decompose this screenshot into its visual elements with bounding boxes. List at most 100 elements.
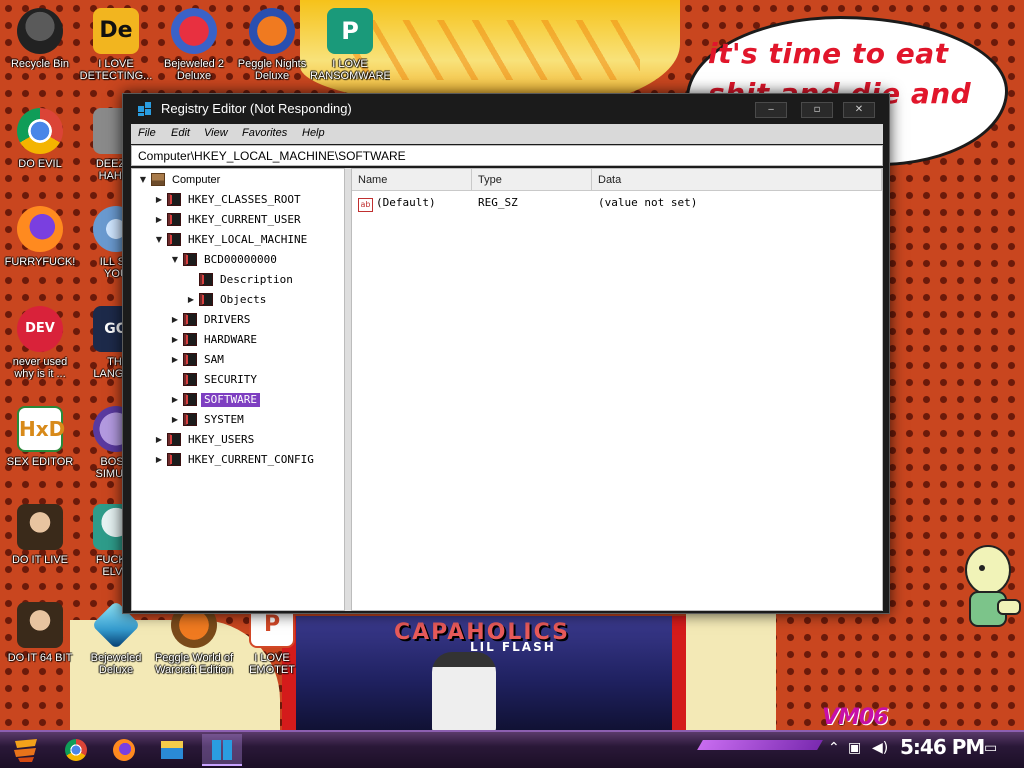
tree-node-label: HKEY_USERS bbox=[188, 433, 255, 446]
wallpaper-figure bbox=[432, 652, 496, 734]
tree-node-label: HKEY_CLASSES_ROOT bbox=[188, 193, 301, 206]
expand-toggle[interactable]: ▶ bbox=[170, 315, 180, 325]
chrome-taskbar-icon bbox=[65, 739, 87, 761]
minimize-button[interactable]: ‒ bbox=[755, 102, 787, 118]
address-bar[interactable]: Computer\HKEY_LOCAL_MACHINE\SOFTWARE bbox=[131, 145, 883, 166]
desktop-icon-do-it-64-bit[interactable]: DO IT 64 BIT bbox=[0, 602, 80, 664]
wallpaper-cartoon-character bbox=[965, 545, 1021, 627]
expand-toggle[interactable]: ▼ bbox=[154, 235, 164, 245]
detect-it-easy-icon: De bbox=[93, 8, 139, 54]
menu-favorites[interactable]: Favorites bbox=[242, 127, 287, 139]
desktop-icon-detect-it-easy[interactable]: De I LOVE DETECTING... bbox=[76, 8, 156, 82]
computer-icon bbox=[151, 173, 165, 186]
notification-icon[interactable]: ▭ bbox=[984, 740, 997, 756]
desktop-icon-sex-editor[interactable]: HxD SEX EDITOR bbox=[0, 406, 80, 468]
portrait-64-icon bbox=[17, 602, 63, 648]
desktop-icon-dev-cpp[interactable]: DEV never used why is it ... bbox=[0, 306, 80, 380]
desktop-icon-label: FURRYFUCK! bbox=[4, 256, 76, 268]
values-pane[interactable]: Name Type Data ab (Default) REG_SZ (valu… bbox=[351, 168, 883, 611]
desktop-icon-recycle-bin[interactable]: Recycle Bin bbox=[0, 8, 80, 70]
expand-toggle[interactable]: ▶ bbox=[154, 195, 164, 205]
tree-node-label: HKEY_CURRENT_USER bbox=[188, 213, 301, 226]
taskbar-regedit[interactable] bbox=[202, 734, 242, 766]
address-path: Computer\HKEY_LOCAL_MACHINE\SOFTWARE bbox=[138, 149, 406, 163]
desktop-icon-label: Recycle Bin bbox=[10, 58, 70, 70]
taskbar-firefox[interactable] bbox=[104, 734, 144, 766]
value-row[interactable]: ab (Default) REG_SZ (value not set) bbox=[352, 169, 882, 219]
wallpaper-tag: VM06 bbox=[822, 705, 889, 730]
registry-folder-icon bbox=[167, 193, 181, 206]
menu-file[interactable]: File bbox=[138, 127, 156, 139]
taskbar-clock[interactable]: 5:46 PM bbox=[900, 735, 985, 759]
desktop-icon-peggle-nights[interactable]: Peggle Nights Deluxe bbox=[232, 8, 312, 82]
expand-toggle[interactable]: ▶ bbox=[154, 435, 164, 445]
desktop-icon-ransomware[interactable]: P I LOVE RANSOMWARE bbox=[310, 8, 390, 82]
expand-toggle[interactable]: ▶ bbox=[154, 455, 164, 465]
desktop-icon-bejeweled-2[interactable]: Bejeweled 2 Deluxe bbox=[154, 8, 234, 82]
registry-folder-icon bbox=[183, 373, 197, 386]
desktop-icon-do-it-live[interactable]: DO IT LIVE bbox=[0, 504, 80, 566]
tree-node-label: SAM bbox=[204, 353, 224, 366]
volume-icon[interactable]: ◀) bbox=[872, 740, 888, 756]
expand-toggle bbox=[186, 275, 196, 285]
wallpaper-cream-right bbox=[686, 612, 776, 730]
registry-folder-icon bbox=[167, 213, 181, 226]
tree-pane[interactable]: ▼ Computer ▶ HKEY_CLASSES_ROOT ▶ HKEY_CU… bbox=[131, 168, 345, 611]
registry-editor-window[interactable]: Registry Editor (Not Responding) ‒ ▫ ✕ F… bbox=[122, 93, 890, 614]
expand-toggle[interactable]: ▶ bbox=[170, 335, 180, 345]
tree-node-label: HARDWARE bbox=[204, 333, 257, 346]
start-button[interactable] bbox=[6, 734, 46, 766]
desktop-icon-label: SEX EDITOR bbox=[6, 456, 74, 468]
registry-folder-icon bbox=[167, 233, 181, 246]
title-bar[interactable]: Registry Editor (Not Responding) ‒ ▫ ✕ bbox=[123, 94, 889, 124]
firefox-icon bbox=[17, 206, 63, 252]
registry-folder-icon bbox=[183, 393, 197, 406]
ransomware-publisher-icon: P bbox=[327, 8, 373, 54]
desktop-icon-furryfuck[interactable]: FURRYFUCK! bbox=[0, 206, 80, 268]
registry-folder-icon bbox=[183, 413, 197, 426]
menu-edit[interactable]: Edit bbox=[171, 127, 190, 139]
chrome-icon bbox=[17, 108, 63, 154]
expand-toggle[interactable]: ▼ bbox=[170, 255, 180, 265]
expand-toggle[interactable]: ▶ bbox=[186, 295, 196, 305]
expand-toggle bbox=[170, 375, 180, 385]
bejeweled-2-icon bbox=[171, 8, 217, 54]
network-icon[interactable]: ▣ bbox=[848, 740, 861, 756]
expand-toggle[interactable]: ▶ bbox=[170, 415, 180, 425]
tree-node-label: SOFTWARE bbox=[201, 393, 260, 407]
expand-toggle[interactable]: ▶ bbox=[170, 395, 180, 405]
expand-toggle[interactable]: ▶ bbox=[170, 355, 180, 365]
start-button-icon bbox=[14, 739, 37, 762]
maximize-button[interactable]: ▫ bbox=[801, 102, 833, 118]
registry-folder-icon bbox=[183, 313, 197, 326]
tree-node-label: HKEY_LOCAL_MACHINE bbox=[188, 233, 308, 246]
hxd-editor-icon: HxD bbox=[17, 406, 65, 452]
desktop-icon-label: Bejeweled Deluxe bbox=[90, 652, 142, 676]
window-title: Registry Editor (Not Responding) bbox=[161, 101, 352, 116]
menu-view[interactable]: View bbox=[204, 127, 228, 139]
file-explorer-taskbar-icon bbox=[161, 741, 183, 759]
close-button[interactable]: ✕ bbox=[843, 102, 875, 118]
desktop-icon-do-evil[interactable]: DO EVIL bbox=[0, 108, 80, 170]
taskbar-file-explorer[interactable] bbox=[152, 734, 192, 766]
tree-node-label: Objects bbox=[220, 293, 267, 306]
tree-node-label: Computer bbox=[172, 174, 221, 186]
registry-folder-icon bbox=[167, 453, 181, 466]
recycle-bin-icon bbox=[17, 8, 63, 54]
desktop-icon-label: I LOVE DETECTING... bbox=[79, 58, 153, 82]
regedit-icon bbox=[138, 102, 152, 116]
taskbar-chrome[interactable] bbox=[56, 734, 96, 766]
tree-node-label: SYSTEM bbox=[204, 413, 244, 426]
desktop-icon-label: I LOVE EMOTET bbox=[249, 652, 295, 676]
expand-toggle[interactable]: ▼ bbox=[138, 175, 148, 185]
registry-folder-icon bbox=[199, 273, 213, 286]
wallpaper-poster-subtitle: LIL FLASH bbox=[470, 640, 556, 654]
desktop-icon-label: I LOVE RANSOMWARE bbox=[310, 58, 390, 82]
expand-toggle[interactable]: ▶ bbox=[154, 215, 164, 225]
registry-folder-icon bbox=[183, 333, 197, 346]
menu-help[interactable]: Help bbox=[302, 127, 325, 139]
tree-node-label: SECURITY bbox=[204, 373, 257, 386]
registry-folder-icon bbox=[183, 353, 197, 366]
show-hidden-icons[interactable]: ⌃ bbox=[828, 740, 840, 756]
tree-node-label: DRIVERS bbox=[204, 313, 251, 326]
